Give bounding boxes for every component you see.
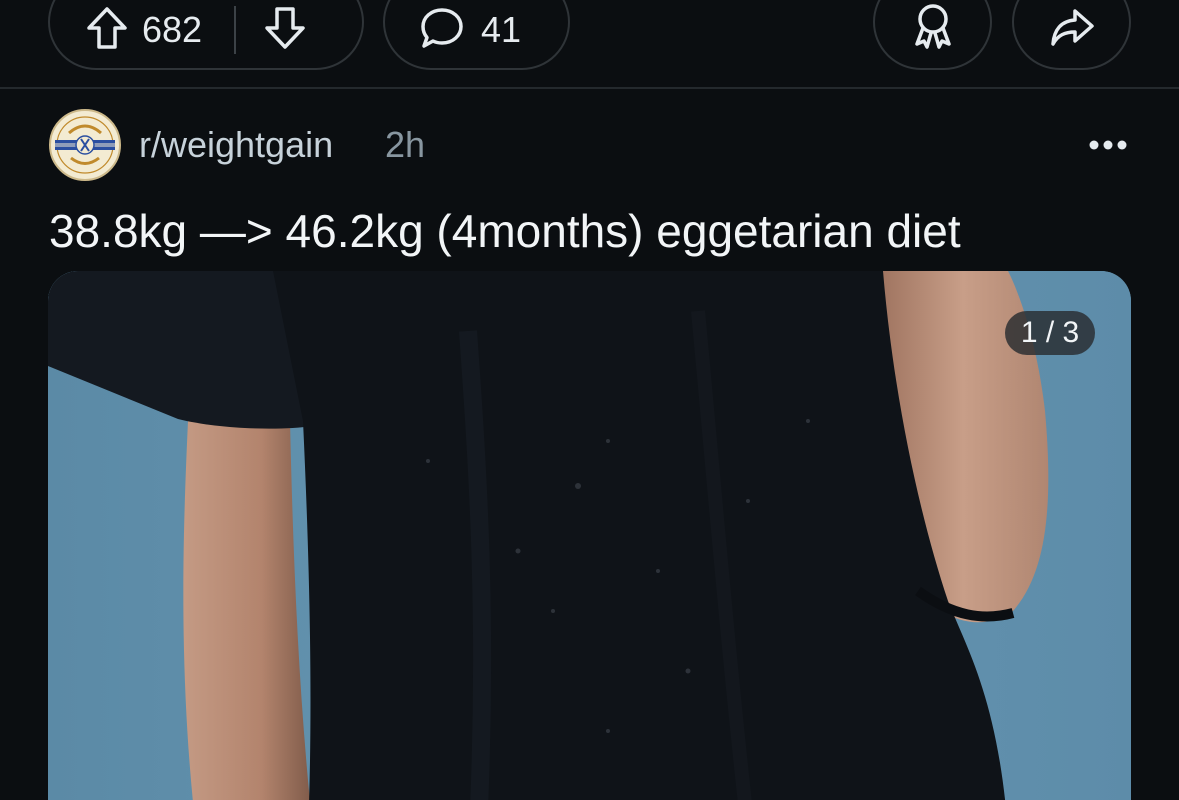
post-image[interactable] bbox=[48, 271, 1131, 800]
vote-control: 682 bbox=[48, 0, 364, 70]
subreddit-name[interactable]: r/weightgain bbox=[139, 124, 333, 166]
subreddit-avatar[interactable] bbox=[49, 109, 121, 181]
comment-count: 41 bbox=[481, 9, 522, 50]
upvote-arrow-icon[interactable] bbox=[86, 6, 128, 50]
more-options-icon[interactable] bbox=[1088, 138, 1128, 152]
downvote-arrow-icon[interactable] bbox=[264, 6, 306, 50]
vote-divider bbox=[234, 6, 237, 54]
post-separator bbox=[0, 87, 1179, 89]
image-counter-badge: 1 / 3 bbox=[1005, 311, 1095, 355]
award-icon bbox=[911, 2, 955, 50]
reddit-feed: 682 41 r/weightgain 2h 38.8kg —> 46.2kg … bbox=[0, 0, 1179, 800]
weightgain-logo bbox=[52, 112, 118, 178]
progress-photo bbox=[48, 271, 1131, 800]
upvote-count: 682 bbox=[142, 9, 203, 50]
post-age: 2h bbox=[385, 124, 426, 165]
comment-bubble-icon bbox=[419, 6, 465, 50]
share-arrow-icon bbox=[1048, 6, 1096, 50]
award-button[interactable] bbox=[873, 0, 992, 70]
comment-button[interactable]: 41 bbox=[383, 0, 570, 70]
share-button[interactable] bbox=[1012, 0, 1131, 70]
post-title[interactable]: 38.8kg —> 46.2kg (4months) eggetarian di… bbox=[49, 203, 961, 259]
